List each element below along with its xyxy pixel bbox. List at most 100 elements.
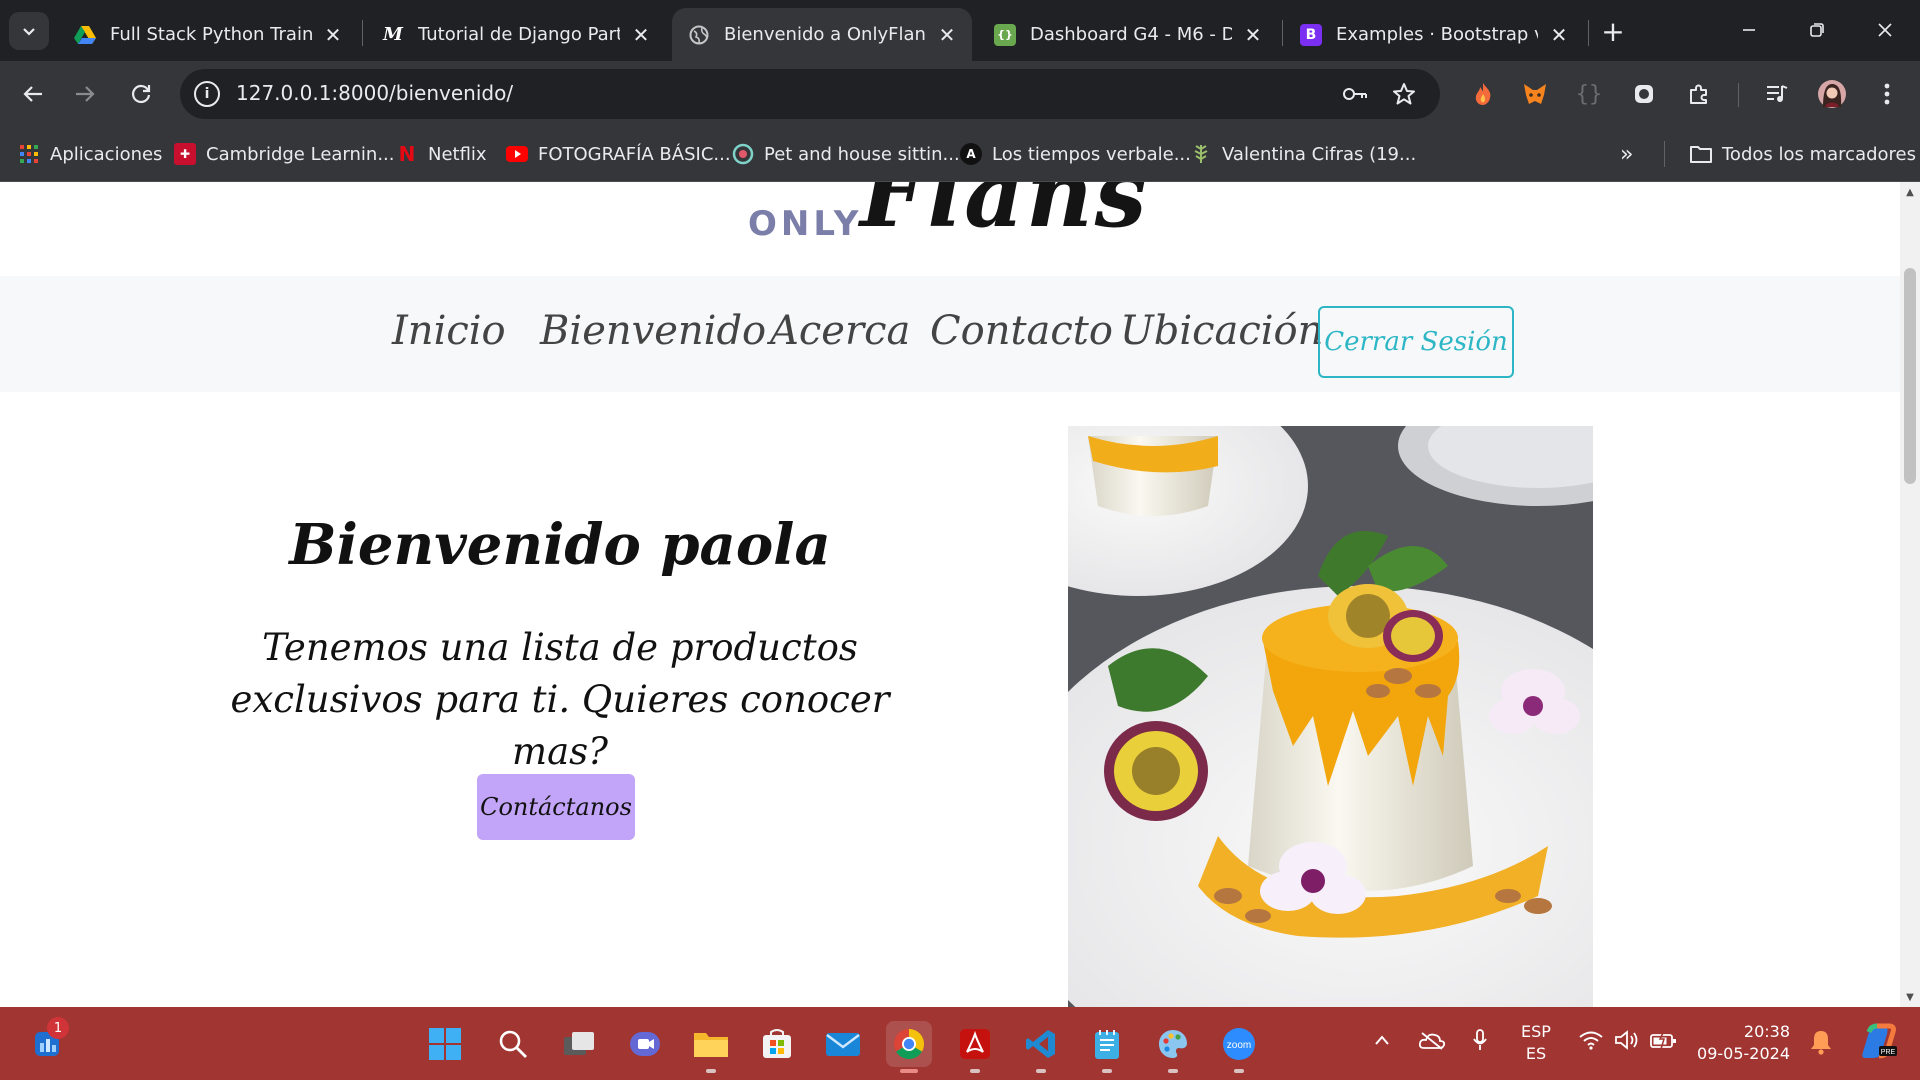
bookmarks-separator [1664,141,1665,167]
close-icon[interactable]: ✕ [322,23,344,47]
notepad-button[interactable] [1084,1021,1130,1073]
globe-icon [688,24,710,46]
close-icon[interactable]: ✕ [630,23,652,47]
start-button[interactable] [422,1021,468,1067]
vscode-button[interactable] [1018,1021,1064,1073]
page-scrollbar[interactable]: ▲ ▼ [1900,182,1920,1007]
svg-text:PRE: PRE [1881,1049,1896,1056]
tab-dashboard-g4[interactable]: {} Dashboard G4 - M6 - De ✕ [978,8,1278,61]
nav-link-inicio[interactable]: Inicio [392,308,506,354]
bookmark-aplicaciones[interactable]: Aplicaciones [18,139,162,169]
close-window-button[interactable] [1860,10,1910,50]
address-bar[interactable]: i 127.0.0.1:8000/bienvenido/ [180,69,1440,119]
reload-button[interactable] [122,75,160,113]
acrobat-button[interactable] [952,1021,998,1073]
screen-record-icon[interactable] [1627,77,1661,111]
running-indicator [1234,1069,1244,1073]
tab-title: Bienvenido a OnlyFlans [724,24,926,45]
notification-count-badge: 1 [47,1017,69,1039]
scroll-up-arrow-icon[interactable]: ▲ [1900,182,1920,202]
fire-extension-icon[interactable] [1466,77,1500,111]
search-button[interactable] [490,1021,536,1067]
windows-start-icon [429,1028,461,1060]
more-bookmarks-button[interactable]: » [1620,139,1633,169]
close-icon[interactable]: ✕ [1548,23,1570,47]
bookmark-tiempos-verbales[interactable]: A Los tiempos verbale... [960,139,1191,169]
tab-bienvenido-onlyflans[interactable]: Bienvenido a OnlyFlans ✕ [672,8,972,61]
bookmark-label: FOTOGRAFÍA BÁSIC... [538,143,731,165]
file-explorer-button[interactable] [688,1021,734,1073]
microsoft-store-button[interactable] [754,1021,800,1067]
logout-button[interactable]: Cerrar Sesión [1318,306,1514,378]
arrow-left-icon [23,86,42,102]
site-header: ONLY Flans [0,182,1900,276]
restore-button[interactable] [1792,10,1842,50]
task-view-icon [564,1032,594,1055]
running-indicator [1102,1069,1112,1073]
tab-examples-bootstrap[interactable]: B Examples · Bootstrap v5.0 ✕ [1284,8,1584,61]
input-language-indicator[interactable]: ESP ES [1514,1021,1558,1065]
profile-avatar[interactable] [1815,77,1849,111]
json-viewer-icon[interactable]: {} [1572,77,1606,111]
nav-link-bienvenido[interactable]: Bienvenido [540,308,766,354]
minimize-button[interactable] [1724,10,1774,50]
site-info-icon[interactable]: i [194,81,220,107]
task-view-button[interactable] [556,1021,602,1067]
tab-search-button[interactable] [9,12,49,50]
tab-full-stack-python[interactable]: Full Stack Python Trainee ✕ [58,8,358,61]
bookmark-star-icon[interactable] [1389,79,1419,109]
bookmark-label: Los tiempos verbale... [992,143,1191,165]
bookmark-fotografia[interactable]: FOTOGRAFÍA BÁSIC... [506,139,731,169]
copilot-icon[interactable]: PRE [1858,1021,1898,1061]
bookmark-cambridge[interactable]: ✚ Cambridge Learnin... [174,139,395,169]
mail-button[interactable] [820,1021,866,1067]
bookmark-valentina-cifras[interactable]: Valentina Cifras (19... [1190,139,1416,169]
back-button[interactable] [14,75,52,113]
running-indicator [1036,1069,1046,1073]
tab-tutorial-django[interactable]: M Tutorial de Django Parte ✕ [366,8,666,61]
close-icon[interactable]: ✕ [936,23,958,47]
nav-link-ubicacion[interactable]: Ubicación [1120,308,1323,354]
zoom-button[interactable]: zoom [1216,1021,1262,1073]
bookmark-netflix[interactable]: N Netflix [396,139,487,169]
lingolia-icon: A [960,143,982,165]
key-icon[interactable] [1340,79,1370,109]
show-hidden-icons-button[interactable] [1370,1025,1394,1055]
notifications-bell-icon[interactable] [1806,1025,1836,1059]
clock-date: 09-05-2024 [1697,1044,1790,1063]
close-icon[interactable]: ✕ [1242,23,1264,47]
tab-title: Full Stack Python Trainee [110,24,312,45]
folder-icon [1690,143,1712,165]
pet-icon [732,143,754,165]
url-text: 127.0.0.1:8000/bienvenido/ [236,81,514,105]
media-controls-icon[interactable] [1760,77,1794,111]
nav-link-acerca[interactable]: Acerca [770,308,910,354]
windows-taskbar: zoom ESP ES 20:38 09-05-2024 PRE [0,1007,1920,1080]
pdf-icon [960,1029,990,1059]
teams-meet-button[interactable] [622,1021,668,1067]
nav-link-contacto[interactable]: Contacto [930,308,1113,354]
volume-icon[interactable] [1612,1025,1642,1055]
microphone-icon[interactable] [1468,1025,1492,1055]
clock[interactable]: 20:38 09-05-2024 [1692,1021,1790,1065]
onedrive-icon[interactable] [1416,1025,1448,1055]
chrome-taskbar-button[interactable] [886,1021,932,1073]
puzzle-icon[interactable] [1682,77,1716,111]
paint-button[interactable] [1150,1021,1196,1073]
forward-button[interactable] [66,75,104,113]
camera-chat-icon [630,1032,660,1056]
bookmark-pet-house[interactable]: Pet and house sittin... [732,139,960,169]
restore-icon [1810,23,1824,37]
tab-title: Tutorial de Django Parte [418,24,620,45]
all-bookmarks-button[interactable]: Todos los marcadores [1690,139,1916,169]
active-indicator [900,1069,918,1073]
battery-icon[interactable] [1648,1025,1678,1055]
scroll-thumb[interactable] [1904,268,1916,484]
chrome-menu-icon[interactable] [1870,77,1904,111]
wifi-icon[interactable] [1576,1025,1606,1055]
contact-button[interactable]: Contáctanos [477,774,635,840]
leaf-icon [1190,143,1212,165]
new-tab-button[interactable]: + [1598,15,1628,48]
scroll-down-arrow-icon[interactable]: ▼ [1900,987,1920,1007]
metamask-icon[interactable] [1518,77,1552,111]
